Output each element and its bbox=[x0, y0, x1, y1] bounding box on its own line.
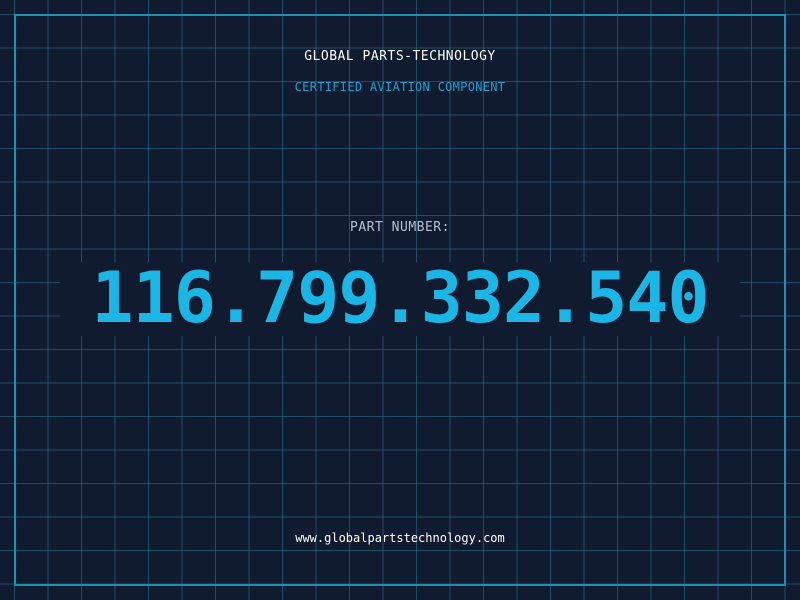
company-name: GLOBAL PARTS-TECHNOLOGY bbox=[304, 49, 496, 64]
part-number-value: 116.799.332.540 bbox=[91, 257, 709, 339]
website-url: www.globalpartstechnology.com bbox=[295, 531, 505, 545]
certification-subtitle: CERTIFIED AVIATION COMPONENT bbox=[294, 80, 506, 94]
part-number-label: PART NUMBER: bbox=[350, 220, 450, 235]
label-card: GLOBAL PARTS-TECHNOLOGY CERTIFIED AVIATI… bbox=[0, 0, 800, 600]
